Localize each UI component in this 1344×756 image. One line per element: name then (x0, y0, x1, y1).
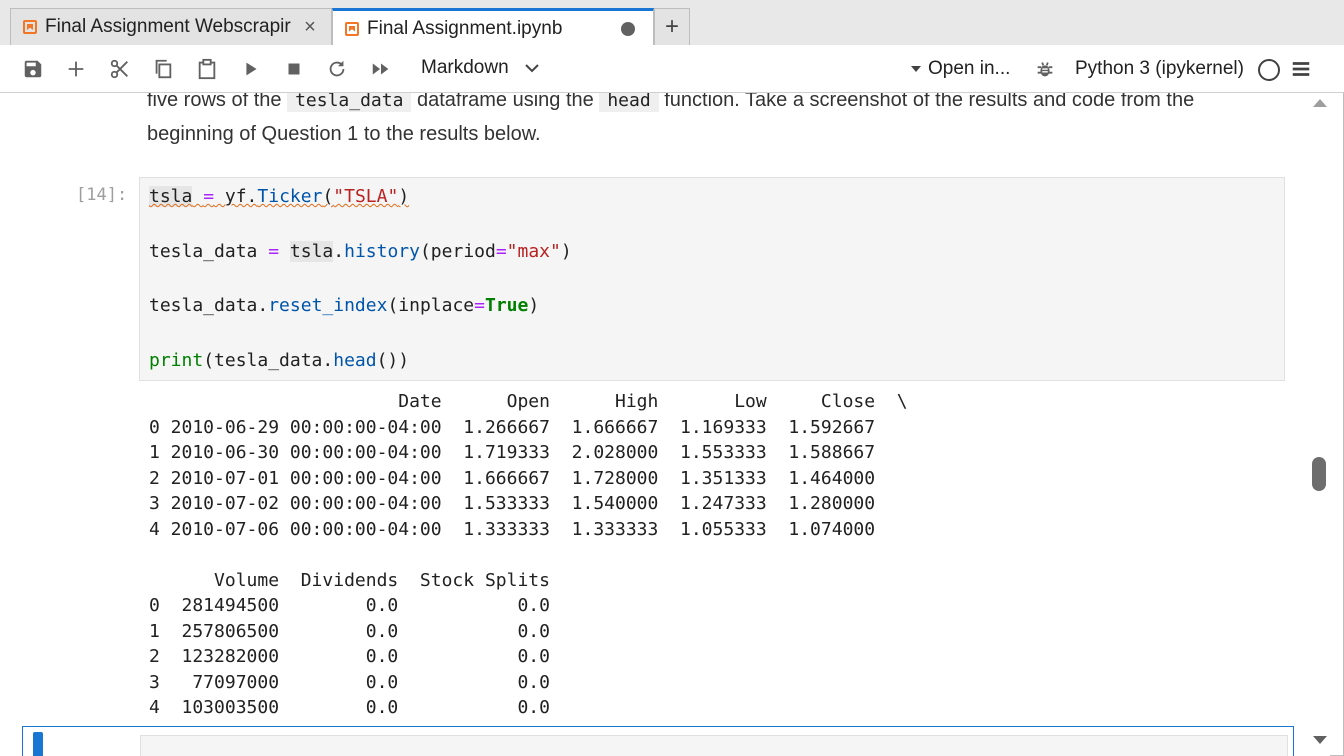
code-line: tsla = yf.Ticker("TSLA") (149, 186, 409, 207)
new-tab-button[interactable]: + (654, 8, 690, 45)
save-icon[interactable] (21, 57, 45, 81)
run-icon[interactable] (239, 57, 263, 81)
code-token: head (333, 350, 377, 371)
code-token: Ticker (257, 186, 323, 207)
scroll-down-arrow-icon[interactable] (1313, 736, 1327, 744)
active-cell[interactable] (22, 726, 1294, 756)
copy-icon[interactable] (151, 57, 175, 81)
paste-icon[interactable] (195, 57, 219, 81)
cell-output: Date Open High Low Close \ 0 2010-06-29 … (149, 391, 908, 718)
code-token: . (333, 241, 345, 262)
debugger-bug-icon[interactable] (1033, 57, 1057, 81)
code-token: (inplace (387, 295, 475, 316)
run-all-icon[interactable] (369, 57, 393, 81)
code-line: tesla_data = tsla.history(period="max") (149, 241, 572, 262)
add-cell-icon[interactable] (64, 57, 88, 81)
code-token: "TSLA" (333, 186, 399, 207)
chevron-down-icon (524, 64, 539, 73)
cell-type-label: Markdown (421, 57, 509, 78)
code-token: tesla_data (149, 241, 269, 262)
code-cell-editor[interactable] (140, 735, 1288, 756)
code-token: tesla_data. (149, 295, 269, 316)
code-token: history (344, 241, 420, 262)
code-token: reset_index (268, 295, 388, 316)
notebook-icon (345, 21, 359, 36)
inline-code: head (599, 93, 659, 112)
code-token: ) (560, 241, 572, 262)
code-token: True (484, 295, 529, 316)
code-token: (period (419, 241, 496, 262)
code-token: = (474, 295, 485, 316)
active-cell-indicator (33, 732, 43, 756)
tab-label: Final Assignment Webscrapir (45, 16, 291, 37)
code-token: print (149, 350, 204, 371)
cell-prompt: [14]: (76, 185, 128, 205)
notebook-panel: five rows of the tesla_data dataframe us… (0, 93, 1310, 756)
open-in-label: Open in... (928, 58, 1011, 79)
code-token: "max" (506, 241, 561, 262)
open-in-button[interactable]: Open in... (910, 58, 1010, 80)
code-token: = (203, 186, 215, 207)
notebook-icon (23, 20, 37, 34)
inline-code: tesla_data (287, 93, 412, 112)
kernel-name[interactable]: Python 3 (ipykernel) (1075, 58, 1244, 80)
code-token: ()) (376, 350, 410, 371)
code-token: yf. (214, 186, 258, 207)
code-token: ) (398, 186, 410, 207)
markdown-line: five rows of the tesla_data dataframe us… (147, 93, 1277, 118)
tab-webscraping[interactable]: Final Assignment Webscrapir × (10, 8, 332, 45)
restart-icon[interactable] (325, 57, 349, 81)
code-token: ) (528, 295, 540, 316)
code-cell-editor[interactable]: tsla = yf.Ticker("TSLA") tesla_data = ts… (139, 177, 1285, 381)
close-icon[interactable]: × (299, 16, 321, 39)
notebook-toolbar: Markdown Open in... Python 3 (ipykernel) (0, 45, 1344, 93)
code-token: tsla (149, 186, 193, 207)
cut-icon[interactable] (108, 57, 132, 81)
markdown-line: beginning of Question 1 to the results b… (147, 123, 541, 145)
code-token: ( (322, 186, 334, 207)
caret-down-icon (911, 66, 921, 72)
code-token: tsla (289, 241, 334, 262)
scroll-up-arrow-icon[interactable] (1313, 99, 1327, 107)
markdown-text: function. Take a screenshot of the resul… (658, 93, 1195, 111)
tab-final-assignment[interactable]: Final Assignment.ipynb (332, 8, 654, 46)
cell-type-select[interactable]: Markdown (421, 57, 539, 79)
unsaved-dot-icon[interactable] (621, 21, 635, 36)
code-line: tesla_data.reset_index(inplace=True) (149, 295, 539, 316)
tab-bar: Final Assignment Webscrapir × Final Assi… (0, 0, 1344, 46)
kernel-status-icon (1258, 59, 1280, 81)
markdown-text: dataframe using the (411, 93, 600, 111)
vertical-scrollbar[interactable] (1310, 93, 1330, 756)
stop-icon[interactable] (282, 57, 306, 81)
scrollbar-thumb[interactable] (1312, 457, 1326, 491)
code-token: = (495, 241, 507, 262)
code-token: (tesla_data. (203, 350, 334, 371)
code-line: print(tesla_data.head()) (149, 350, 409, 371)
code-token: = (268, 241, 280, 262)
menu-icon[interactable] (1289, 57, 1313, 81)
markdown-text: five rows of the (147, 93, 288, 111)
tab-label: Final Assignment.ipynb (367, 17, 563, 39)
